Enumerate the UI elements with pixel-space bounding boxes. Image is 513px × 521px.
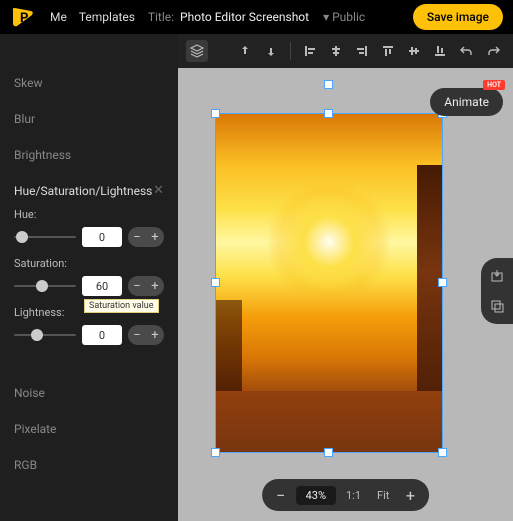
saturation-control: Saturation: − + Saturation value (14, 257, 164, 296)
saturation-increment[interactable]: + (146, 276, 164, 296)
title-area: Title: Photo Editor Screenshot ▾ Public (148, 10, 365, 24)
rotate-handle[interactable] (324, 80, 333, 89)
lightness-slider[interactable] (14, 329, 76, 341)
saturation-slider[interactable] (14, 280, 76, 292)
bring-front-icon[interactable] (234, 40, 256, 62)
zoom-percent[interactable]: 43% (296, 486, 336, 505)
handle-mr[interactable] (438, 278, 447, 287)
image-content (216, 114, 442, 452)
redo-icon[interactable] (483, 40, 505, 62)
sidebar-item-skew[interactable]: Skew (0, 65, 178, 101)
canvas-viewport[interactable]: HOT Animate − 43% 1:1 Fit + (178, 68, 513, 521)
app-logo[interactable]: P (10, 5, 38, 29)
topbar: P Me Templates Title: Photo Editor Scree… (0, 0, 513, 34)
hot-badge: HOT (483, 80, 505, 90)
layers-icon[interactable] (186, 40, 208, 62)
hue-slider-thumb[interactable] (16, 231, 28, 243)
zoom-actual[interactable]: 1:1 (340, 489, 367, 502)
zoom-fit[interactable]: Fit (371, 489, 395, 502)
saturation-input[interactable] (82, 276, 122, 296)
saturation-tooltip: Saturation value (84, 299, 159, 313)
lightness-decrement[interactable]: − (128, 325, 146, 345)
title-value[interactable]: Photo Editor Screenshot (180, 10, 309, 24)
hue-slider[interactable] (14, 231, 76, 243)
handle-tl[interactable] (211, 109, 220, 118)
animate-wrap: HOT Animate (430, 88, 503, 116)
lightness-slider-thumb[interactable] (31, 329, 43, 341)
hsl-panel: Hue/Saturation/Lightness ✕ Hue: − + (0, 173, 178, 361)
close-icon[interactable]: ✕ (153, 183, 164, 198)
align-right-icon[interactable] (351, 40, 373, 62)
export-icon[interactable] (487, 266, 507, 286)
align-top-icon[interactable] (377, 40, 399, 62)
duplicate-icon[interactable] (487, 296, 507, 316)
title-label: Title: (148, 10, 174, 24)
lightness-increment[interactable]: + (146, 325, 164, 345)
nav-templates[interactable]: Templates (79, 10, 135, 24)
side-tool-panel (481, 258, 513, 324)
align-bottom-icon[interactable] (429, 40, 451, 62)
hsl-title: Hue/Saturation/Lightness (14, 184, 152, 198)
save-button[interactable]: Save image (413, 4, 503, 30)
hue-label: Hue: (14, 208, 164, 221)
sidebar-item-border[interactable] (0, 38, 178, 65)
visibility-label: Public (332, 10, 365, 24)
saturation-decrement[interactable]: − (128, 276, 146, 296)
animate-button[interactable]: Animate (430, 88, 503, 116)
handle-tm[interactable] (324, 109, 333, 118)
hue-control: Hue: − + (14, 208, 164, 247)
sidebar-item-pixelate[interactable]: Pixelate (0, 411, 178, 447)
main: Skew Blur Brightness Hue/Saturation/Ligh… (0, 34, 513, 521)
canvas-toolbar (178, 34, 513, 68)
align-left-icon[interactable] (299, 40, 321, 62)
handle-ml[interactable] (211, 278, 220, 287)
visibility-toggle[interactable]: ▾ Public (323, 10, 365, 24)
selected-image[interactable] (216, 114, 442, 452)
zoom-in-button[interactable]: + (399, 484, 421, 506)
align-center-icon[interactable] (325, 40, 347, 62)
effects-sidebar: Skew Blur Brightness Hue/Saturation/Ligh… (0, 34, 178, 521)
undo-icon[interactable] (455, 40, 477, 62)
zoom-bar: − 43% 1:1 Fit + (262, 479, 430, 511)
svg-text:P: P (20, 11, 28, 26)
caret-down-icon: ▾ (323, 10, 329, 24)
handle-bl[interactable] (211, 448, 220, 457)
saturation-label: Saturation: (14, 257, 164, 270)
align-middle-icon[interactable] (403, 40, 425, 62)
sidebar-item-noise[interactable]: Noise (0, 375, 178, 411)
hue-decrement[interactable]: − (128, 227, 146, 247)
canvas-area: HOT Animate − 43% 1:1 Fit + (178, 34, 513, 521)
nav-me[interactable]: Me (50, 10, 67, 24)
sidebar-item-brightness[interactable]: Brightness (0, 137, 178, 173)
zoom-out-button[interactable]: − (270, 484, 292, 506)
handle-bm[interactable] (324, 448, 333, 457)
lightness-input[interactable] (82, 325, 122, 345)
saturation-slider-thumb[interactable] (36, 280, 48, 292)
send-back-icon[interactable] (260, 40, 282, 62)
sidebar-item-rgb[interactable]: RGB (0, 447, 178, 483)
hsl-header: Hue/Saturation/Lightness ✕ (14, 183, 164, 198)
handle-br[interactable] (438, 448, 447, 457)
hue-increment[interactable]: + (146, 227, 164, 247)
sidebar-item-blur[interactable]: Blur (0, 101, 178, 137)
hue-input[interactable] (82, 227, 122, 247)
